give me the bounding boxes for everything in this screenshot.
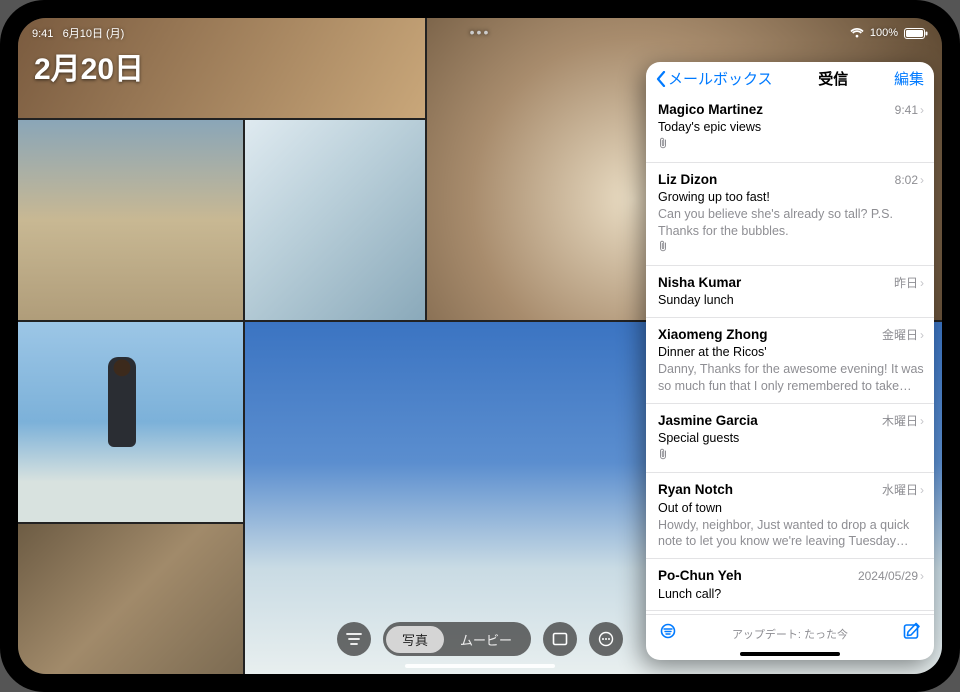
photos-date-header: 2月20日 [34,44,144,88]
mail-sender: Liz Dizon [658,171,717,189]
attachment-icon [658,240,924,257]
chevron-right-icon: › [920,172,924,188]
mail-title: 受信 [818,68,848,89]
mail-item[interactable]: Nisha Kumar 昨日 ›Sunday lunch [646,266,934,318]
mail-time: 金曜日 › [882,327,924,343]
more-button[interactable] [589,622,623,656]
chevron-right-icon: › [920,568,924,584]
chevron-left-icon [656,71,666,87]
mail-subject: Out of town [658,500,924,517]
mail-sender: Jasmine Garcia [658,412,758,430]
home-indicator[interactable] [405,664,555,668]
mail-nav-bar: メールボックス 受信 編集 [646,62,934,93]
mail-subject: Today's epic views [658,119,924,136]
compose-button[interactable] [902,621,922,646]
wifi-icon [850,28,864,38]
photo-tile[interactable] [245,120,425,320]
attachment-icon [658,448,924,465]
aspect-button[interactable] [543,622,577,656]
status-date: 6月10日 (月) [63,28,125,40]
photo-tile[interactable] [18,120,243,320]
filter-button[interactable] [337,622,371,656]
mail-back-label: メールボックス [668,68,773,89]
mail-back-button[interactable]: メールボックス [656,68,773,89]
mail-sender: Xiaomeng Zhong [658,326,768,344]
chevron-right-icon: › [920,275,924,291]
ipad-frame: 9:41 6月10日 (月) 100% ••• 2月20日 [0,0,960,692]
status-bar: 9:41 6月10日 (月) 100% [18,18,942,44]
mail-sender: Nisha Kumar [658,274,741,292]
status-right: 100% [850,27,928,39]
mail-subject: Growing up too fast! [658,189,924,206]
view-segmented-control[interactable]: 写真 ムービー [383,622,531,656]
mail-time: 昨日 › [894,275,924,291]
chevron-right-icon: › [920,102,924,118]
photo-tile[interactable] [18,524,243,674]
slideover-home-indicator[interactable] [740,652,840,656]
battery-icon [904,28,928,39]
mail-item[interactable]: Po-Chun Yeh 2024/05/29 › Lunch call? [646,559,934,611]
mail-item[interactable]: Liz Dizon 8:02 ›Growing up too fast!Can y… [646,163,934,266]
mail-updated-label: アップデート: たった今 [732,626,848,642]
mail-preview: Can you believe she's already so tall? P… [658,206,924,240]
status-time: 9:41 [32,28,53,40]
mail-filter-button[interactable] [658,623,678,644]
photo-tile[interactable] [18,322,243,522]
status-left: 9:41 6月10日 (月) [32,25,124,41]
mail-time: 8:02 › [895,172,924,188]
mail-toolbar: アップデート: たった今 [646,614,934,660]
chevron-right-icon: › [920,413,924,429]
mail-sender: Po-Chun Yeh [658,567,742,585]
segment-photos[interactable]: 写真 [386,626,444,653]
mail-subject: Sunday lunch [658,292,924,309]
screen: 9:41 6月10日 (月) 100% ••• 2月20日 [18,18,942,674]
attachment-icon [658,137,924,154]
mail-time: 木曜日 › [882,413,924,429]
mail-item[interactable]: Ryan Notch 水曜日 › Out of townHowdy, neighbo… [646,473,934,559]
mail-preview: Danny, Thanks for the awesome evening! I… [658,361,924,395]
mail-time: 2024/05/29 › [858,568,924,584]
mail-sender: Ryan Notch [658,481,733,499]
mail-subject: Lunch call? [658,586,924,603]
mail-preview: Howdy, neighbor, Just wanted to drop a q… [658,517,924,551]
mail-item[interactable]: Xiaomeng Zhong 金曜日 ›Dinner at the Ricos'D… [646,318,934,404]
mail-subject: Special guests [658,430,924,447]
battery-label: 100% [870,27,898,39]
chevron-right-icon: › [920,327,924,343]
chevron-right-icon: › [920,482,924,498]
mail-item[interactable]: Jasmine Garcia 木曜日 ›Special guests [646,404,934,474]
mail-sender: Magico Martinez [658,101,763,119]
mail-subject: Dinner at the Ricos' [658,344,924,361]
mail-item[interactable]: Magico Martinez 9:41 ›Today's epic views [646,93,934,163]
mail-edit-button[interactable]: 編集 [894,68,924,89]
mail-time: 水曜日 › [882,482,924,498]
mail-time: 9:41 › [895,102,924,118]
mail-list[interactable]: Magico Martinez 9:41 ›Today's epic views L… [646,93,934,614]
mail-slideover-panel[interactable]: ••• メールボックス 受信 編集 Magico Martinez9:41 ›T… [646,62,934,660]
segment-movies[interactable]: ムービー [444,626,528,653]
